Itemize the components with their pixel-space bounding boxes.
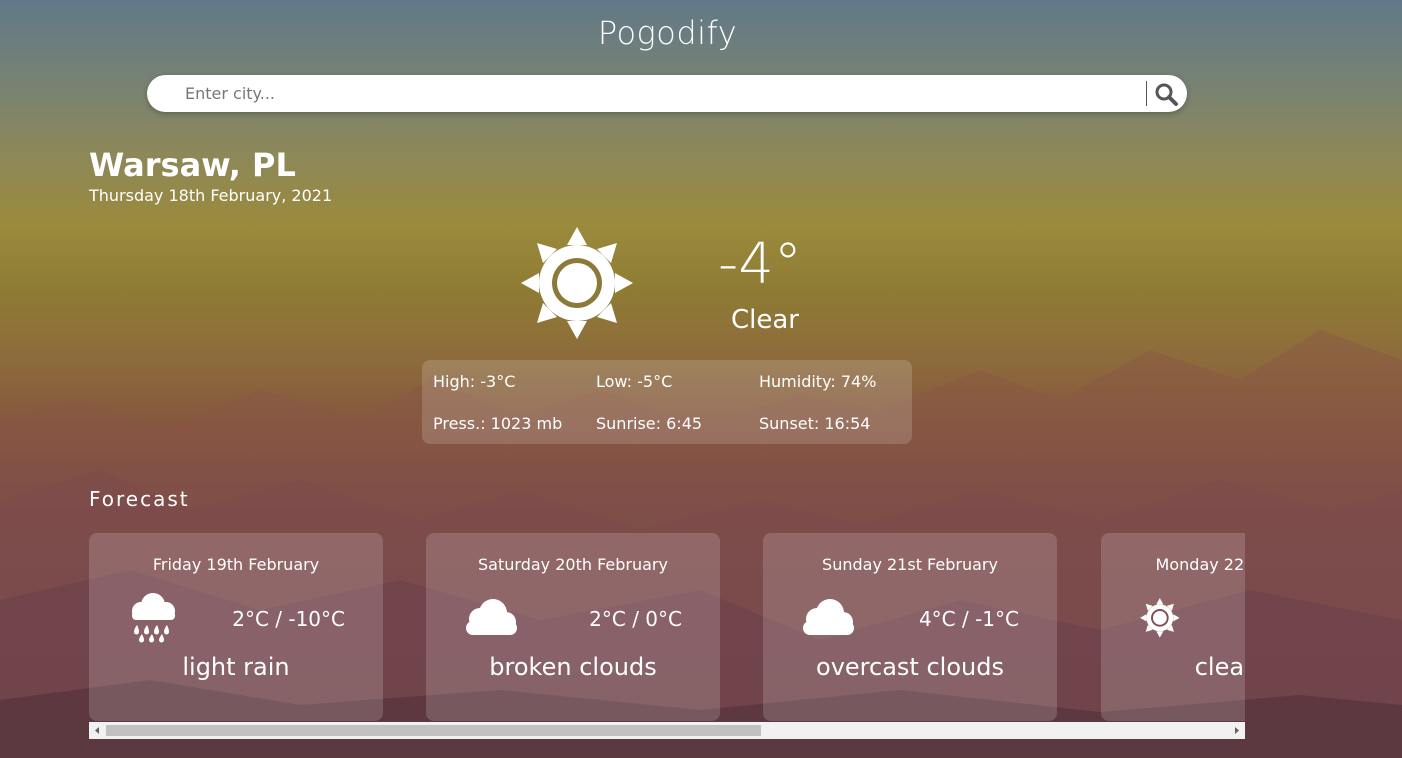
search-divider (1146, 81, 1147, 106)
forecast-day: Sunday 21st February (822, 555, 998, 574)
forecast-day: Monday 22nd February (1155, 555, 1245, 574)
scroll-right-arrow-icon[interactable] (1228, 722, 1245, 739)
forecast-description: light rain (182, 653, 290, 681)
humidity: Humidity: 74% (759, 372, 877, 391)
rain-cloud-icon (132, 593, 175, 643)
high-temp: High: -3°C (433, 372, 516, 391)
forecast-description: clear sky (1194, 653, 1245, 681)
city-name: Warsaw, PL (89, 146, 296, 184)
forecast-title: Forecast (89, 487, 190, 511)
low-temp: Low: -5°C (596, 372, 673, 391)
cloud-icon (466, 599, 517, 635)
current-description: Clear (731, 305, 799, 335)
cloud-icon (803, 599, 854, 635)
pressure: Press.: 1023 mb (433, 414, 563, 433)
sun-icon (1140, 598, 1180, 638)
scroll-left-arrow-icon[interactable] (89, 722, 106, 739)
forecast-carousel[interactable]: Friday 19th February 2°C / -10°C light r… (89, 533, 1245, 723)
search-input[interactable] (167, 75, 1142, 112)
current-temperature: -4° (718, 232, 802, 297)
app-root: Pogodify Warsaw, PL Thursday 18th Februa… (0, 0, 1402, 758)
forecast-temps: 2°C / -10°C (232, 607, 345, 631)
sunrise: Sunrise: 6:45 (596, 414, 703, 433)
forecast-day: Saturday 20th February (478, 555, 668, 574)
forecast-temps: 4°C / -1°C (918, 607, 1019, 631)
current-date: Thursday 18th February, 2021 (89, 186, 333, 205)
search-button[interactable] (1151, 79, 1181, 109)
search-bar (147, 75, 1187, 112)
forecast-card: Monday 22nd February clear sky (1101, 533, 1245, 721)
forecast-card: Sunday 21st February 4°C / -1°C overcast… (763, 533, 1057, 721)
sunset: Sunset: 16:54 (759, 414, 871, 433)
weather-details-panel: High: -3°C Low: -5°C Humidity: 74% Press… (422, 360, 912, 444)
sun-icon (521, 227, 633, 339)
forecast-temps: 2°C / 0°C (589, 607, 682, 631)
forecast-description: broken clouds (489, 653, 657, 681)
forecast-day: Friday 19th February (152, 555, 320, 574)
search-icon (1155, 83, 1178, 106)
forecast-card: Saturday 20th February 2°C / 0°C broken … (426, 533, 720, 721)
forecast-description: overcast clouds (816, 653, 1004, 681)
forecast-scrollbar[interactable] (89, 722, 1245, 739)
forecast-card: Friday 19th February 2°C / -10°C light r… (89, 533, 383, 721)
app-title: Pogodify (597, 14, 738, 52)
scrollbar-thumb[interactable] (106, 725, 761, 736)
